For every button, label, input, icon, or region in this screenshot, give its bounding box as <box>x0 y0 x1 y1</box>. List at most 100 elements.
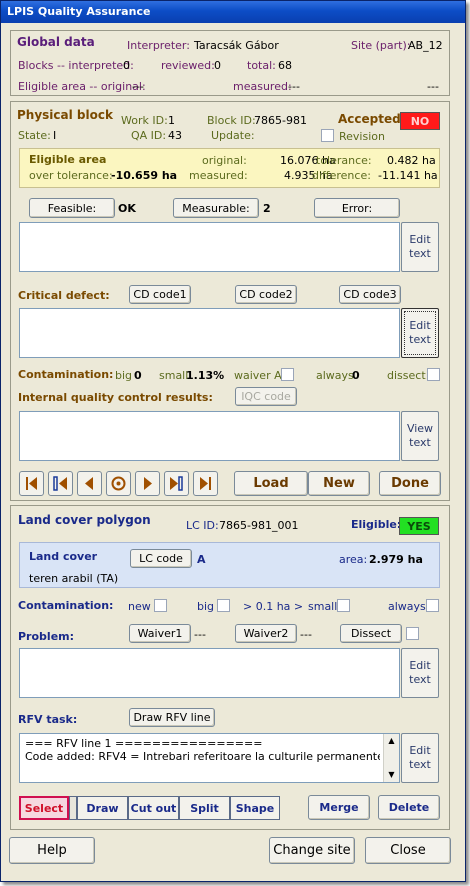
view-text-button[interactable]: View text <box>401 411 439 461</box>
big-contam-checkbox[interactable] <box>217 599 230 612</box>
blocks-interpreted-value: 0 <box>123 59 130 72</box>
difference-label: difference: <box>312 169 371 182</box>
error-button[interactable]: Error: <box>314 198 400 218</box>
load-button[interactable]: Load <box>234 471 308 496</box>
eligible-original-label: original: <box>202 154 247 167</box>
total-value: 68 <box>278 59 292 72</box>
draw-rfv-button[interactable]: Draw RFV line <box>129 708 215 727</box>
rfv-scrollbar[interactable]: ▲ ▼ <box>383 734 399 782</box>
dissect-button[interactable]: Dissect <box>340 624 402 643</box>
waiver1-value: --- <box>194 628 206 641</box>
next-block-icon <box>170 476 183 491</box>
merge-button[interactable]: Merge <box>308 795 370 820</box>
prev-button[interactable] <box>77 471 102 496</box>
physical-block-heading: Physical block <box>17 108 113 122</box>
tool-cutout-button[interactable]: Cut out <box>128 796 179 820</box>
big-contam-label: big <box>197 600 215 613</box>
prev-block-button[interactable] <box>48 471 73 496</box>
last-record-button[interactable] <box>193 471 218 496</box>
help-button[interactable]: Help <box>9 837 95 864</box>
always-contam-checkbox[interactable] <box>426 599 439 612</box>
cd-code3-button[interactable]: CD code3 <box>339 285 401 304</box>
measurable-button[interactable]: Measurable: <box>173 198 259 218</box>
blocks-interpreted-label: Blocks -- interpreted: <box>18 59 134 72</box>
dissect-checkbox[interactable] <box>427 368 440 381</box>
always-contam-label: always <box>388 600 426 613</box>
area-label: area: <box>339 553 368 566</box>
state-value: I <box>53 129 57 142</box>
feasible-button[interactable]: Feasible: <box>29 198 115 218</box>
block-id-label: Block ID: <box>207 114 256 127</box>
work-id-label: Work ID: <box>121 114 168 127</box>
rfv-textbox[interactable]: === RFV line 1 ================ Code add… <box>19 733 400 783</box>
problem-label: Problem: <box>18 630 75 643</box>
lc-code-button[interactable]: LC code <box>130 549 192 568</box>
new-contam-checkbox[interactable] <box>154 599 167 612</box>
next-block-button[interactable] <box>164 471 189 496</box>
first-record-button[interactable] <box>19 471 44 496</box>
dissect-lc-checkbox[interactable] <box>406 627 419 640</box>
iqc-code-button[interactable]: IQC code <box>235 387 297 406</box>
always-value: 0 <box>352 369 360 382</box>
eligible-label: Eligible: <box>351 518 402 531</box>
waiver2-button[interactable]: Waiver2 <box>235 624 297 643</box>
site-value: AB_12 <box>408 39 443 52</box>
accepted-badge: NO <box>400 112 440 130</box>
over-tolerance-label: over tolerance: <box>29 169 113 182</box>
land-cover-subheading: Land cover <box>29 550 98 563</box>
small-contam-checkbox[interactable] <box>337 599 350 612</box>
range-label: > 0.1 ha > <box>243 600 304 613</box>
next-icon <box>144 477 152 490</box>
target-icon <box>111 476 126 491</box>
critical-defect-textbox[interactable] <box>19 308 400 358</box>
small-label: small <box>159 369 189 382</box>
critical-edit-text-button[interactable]: Edit text <box>401 308 439 358</box>
tool-select-button[interactable]: Select <box>19 796 69 820</box>
contamination-label: Contamination: <box>18 368 114 381</box>
revision-label: Revision <box>339 130 385 143</box>
rfv-line-2: Code added: RFV4 = Intrebari referitoare… <box>25 750 380 763</box>
big-label: big <box>115 369 133 382</box>
problem-textbox[interactable] <box>19 648 400 698</box>
cd-code1-button[interactable]: CD code1 <box>129 285 191 304</box>
global-measured-value: --- <box>288 80 300 93</box>
next-button[interactable] <box>135 471 160 496</box>
waiver-a-checkbox[interactable] <box>281 368 294 381</box>
change-site-button[interactable]: Change site <box>269 837 355 864</box>
prev-block-icon <box>53 476 67 491</box>
revision-checkbox[interactable] <box>321 129 334 142</box>
close-button[interactable]: Close <box>365 837 451 864</box>
over-tolerance-value: -10.659 ha <box>111 169 178 182</box>
waiver1-button[interactable]: Waiver1 <box>129 624 191 643</box>
rfv-task-label: RFV task: <box>18 713 78 726</box>
cd-code2-button[interactable]: CD code2 <box>235 285 297 304</box>
tool-shape-button[interactable]: Shape <box>230 796 280 820</box>
qa-id-label: QA ID: <box>131 129 167 142</box>
global-data-heading: Global data <box>17 35 95 49</box>
rfv-line-1: === RFV line 1 ================ <box>25 737 263 750</box>
reviewed-label: reviewed: <box>161 59 215 72</box>
tool-separator <box>69 796 77 820</box>
problem-edit-text-button[interactable]: Edit text <box>401 648 439 698</box>
center-button[interactable] <box>106 471 131 496</box>
eligible-measured-label: measured: <box>189 169 248 182</box>
new-button[interactable]: New <box>308 471 370 496</box>
global-right-value: --- <box>427 80 439 93</box>
tolerance-label: tolerance: <box>316 154 372 167</box>
tool-split-button[interactable]: Split <box>179 796 230 820</box>
land-cover-panel: Land cover polygon LC ID: 7865-981_001 E… <box>10 505 450 830</box>
done-button[interactable]: Done <box>379 471 441 496</box>
iqc-textbox[interactable] <box>19 411 400 461</box>
edit-text-button[interactable]: Edit text <box>401 222 439 272</box>
work-id-value: 1 <box>168 114 175 127</box>
scroll-down-icon[interactable]: ▼ <box>384 768 399 782</box>
delete-button[interactable]: Delete <box>378 795 440 820</box>
critical-defect-label: Critical defect: <box>18 289 110 302</box>
global-measured-label: measured: <box>233 80 292 93</box>
total-label: total: <box>247 59 276 72</box>
measurable-value: 2 <box>263 202 271 215</box>
block-comment-textbox[interactable] <box>19 222 400 272</box>
tool-draw-button[interactable]: Draw <box>77 796 128 820</box>
rfv-edit-text-button[interactable]: Edit text <box>401 733 439 783</box>
scroll-up-icon[interactable]: ▲ <box>384 734 399 748</box>
